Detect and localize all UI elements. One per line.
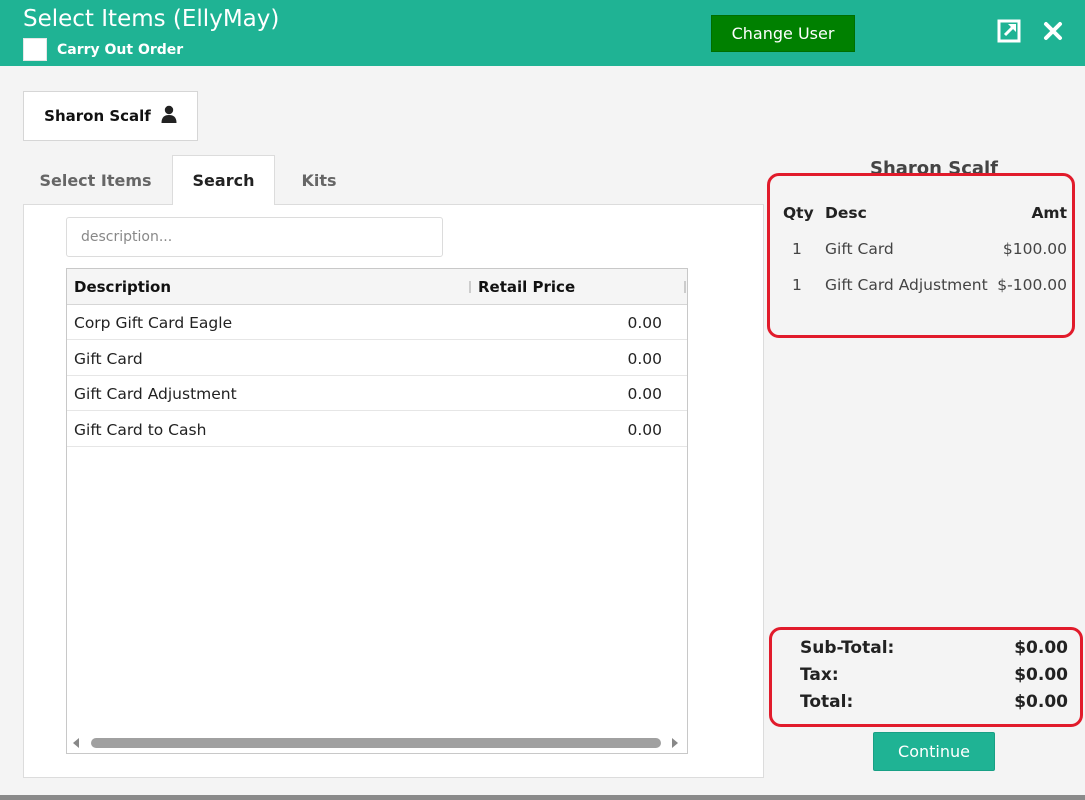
total-line: Total: $0.00 [800,692,1068,719]
order-line-item[interactable]: 1 Gift Card $100.00 [780,231,1070,267]
cell-price: 0.00 [627,384,662,403]
dialog-title: Select Items (EllyMay) [23,6,280,32]
order-line-item[interactable]: 1 Gift Card Adjustment $-100.00 [780,267,1070,303]
order-col-desc: Desc [825,204,867,222]
tab-kits[interactable]: Kits [280,155,358,205]
table-row[interactable]: Gift Card Adjustment 0.00 [67,376,687,411]
search-input[interactable] [66,217,443,257]
column-header-description[interactable]: Description [74,269,171,305]
scroll-left-icon[interactable] [73,738,79,748]
column-resizer[interactable] [684,281,686,293]
user-icon [161,105,177,127]
tax-label: Tax: [800,665,839,685]
bottom-divider [0,795,1085,800]
order-item-desc: Gift Card [825,240,894,258]
cell-price: 0.00 [627,349,662,368]
grid-header: Description Retail Price [67,269,687,305]
horizontal-scrollbar[interactable] [67,733,687,753]
tab-select-items[interactable]: Select Items [23,155,168,205]
order-item-desc: Gift Card Adjustment [825,276,988,294]
order-item-amt: $-100.00 [997,276,1067,294]
carry-out-option: Carry Out Order [23,38,183,61]
close-icon[interactable] [1040,18,1066,44]
search-panel: Description Retail Price Corp Gift Card … [23,204,764,778]
change-user-button[interactable]: Change User [711,15,855,52]
column-header-retail-price[interactable]: Retail Price [478,269,575,305]
subtotal-line: Sub-Total: $0.00 [800,638,1068,665]
subtotal-value: $0.00 [1014,638,1068,658]
order-table-header: Qty Desc Amt [780,195,1070,231]
dialog-header: Select Items (EllyMay) Carry Out Order C… [0,0,1085,66]
cell-price: 0.00 [627,420,662,439]
cell-description: Corp Gift Card Eagle [74,313,233,332]
column-resizer[interactable] [469,281,471,293]
cell-description: Gift Card to Cash [74,420,207,439]
tab-search[interactable]: Search [172,155,275,205]
carry-out-checkbox[interactable] [23,38,47,61]
continue-button[interactable]: Continue [873,732,995,771]
total-value: $0.00 [1014,692,1068,712]
table-row[interactable]: Corp Gift Card Eagle 0.00 [67,305,687,340]
customer-button[interactable]: Sharon Scalf [23,91,198,141]
scroll-right-icon[interactable] [672,738,678,748]
carry-out-label: Carry Out Order [57,41,184,58]
scrollbar-thumb[interactable] [91,738,661,748]
total-label: Total: [800,692,854,712]
order-item-amt: $100.00 [1002,240,1067,258]
table-row[interactable]: Gift Card 0.00 [67,341,687,376]
order-col-amt: Amt [1031,204,1067,222]
cell-price: 0.00 [627,313,662,332]
customer-name: Sharon Scalf [44,107,151,125]
cell-description: Gift Card Adjustment [74,384,237,403]
order-item-qty: 1 [792,276,802,294]
order-col-qty: Qty [783,204,814,222]
expand-icon[interactable] [996,18,1022,44]
table-row[interactable]: Gift Card to Cash 0.00 [67,412,687,447]
tax-line: Tax: $0.00 [800,665,1068,692]
subtotal-label: Sub-Total: [800,638,895,658]
cell-description: Gift Card [74,349,143,368]
items-grid: Description Retail Price Corp Gift Card … [66,268,688,754]
order-item-qty: 1 [792,240,802,258]
tax-value: $0.00 [1014,665,1068,685]
